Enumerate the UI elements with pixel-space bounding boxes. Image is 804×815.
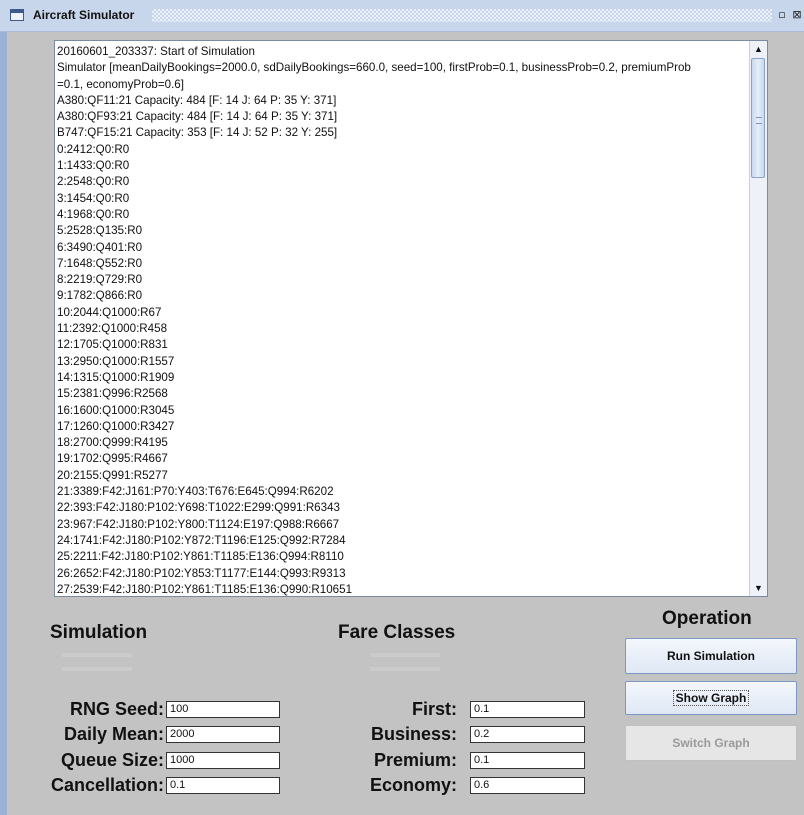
- restore-icon[interactable]: ▫: [776, 9, 788, 21]
- cancellation-field[interactable]: 0.1: [166, 777, 280, 794]
- divider: [370, 653, 440, 657]
- economy-label: Economy:: [369, 775, 457, 795]
- run-simulation-label: Run Simulation: [667, 649, 755, 663]
- log-line: 20160601_203337: Start of Simulation: [57, 45, 255, 58]
- divider: [62, 667, 132, 671]
- log-line: 8:2219:Q729:R0: [57, 273, 143, 287]
- log-line: 2:2548:Q0:R0: [57, 175, 130, 189]
- business-field[interactable]: 0.2: [470, 726, 585, 743]
- log-line: 6:3490:Q401:R0: [57, 240, 143, 254]
- log-line: 23:967:F42:J180:P102:Y800:T1124:E197:Q98…: [57, 517, 340, 531]
- log-line: 24:1741:F42:J180:P102:Y872:T1196:E125:Q9…: [57, 533, 346, 547]
- scroll-grip-icon: [756, 117, 762, 124]
- log-line: 27:2539:F42:J180:P102:Y861:T1185:E136:Q9…: [57, 582, 353, 596]
- log-line: A380:QF11:21 Capacity: 484 [F: 14 J: 64 …: [57, 93, 337, 107]
- daily-mean-label: Daily Mean:: [63, 724, 164, 744]
- title-bar-pattern: [152, 9, 772, 22]
- log-line: 19:1702:Q995:R4667: [57, 452, 168, 466]
- premium-field[interactable]: 0.1: [470, 752, 585, 769]
- log-line: 12:1705:Q1000:R831: [57, 338, 168, 352]
- log-line: Simulator [meanDailyBookings=2000.0, sdD…: [57, 61, 691, 75]
- scroll-thumb[interactable]: [751, 58, 765, 178]
- log-text: 20160601_203337: Start of Simulation Simu…: [57, 44, 747, 596]
- divider: [62, 653, 132, 657]
- log-line: 16:1600:Q1000:R3045: [57, 403, 175, 417]
- window-title: Aircraft Simulator: [33, 8, 135, 22]
- log-line: 21:3389:F42:J161:P70:Y403:T676:E645:Q994…: [57, 485, 334, 499]
- log-line: B747:QF15:21 Capacity: 353 [F: 14 J: 52 …: [57, 126, 338, 140]
- log-line: 13:2950:Q1000:R1557: [57, 354, 175, 368]
- simulation-title: Simulation: [50, 622, 148, 643]
- log-line: 25:2211:F42:J180:P102:Y861:T1185:E136:Q9…: [57, 550, 344, 564]
- show-graph-button[interactable]: Show Graph: [625, 681, 797, 715]
- close-icon[interactable]: ⊠: [791, 9, 803, 21]
- log-line: 20:2155:Q991:R5277: [57, 468, 168, 482]
- premium-label: Premium:: [373, 750, 457, 770]
- title-bar[interactable]: Aircraft Simulator ▫ ⊠: [0, 0, 804, 32]
- rng-seed-label: RNG Seed:: [69, 699, 164, 719]
- log-line: 4:1968:Q0:R0: [57, 207, 130, 221]
- log-line: 7:1648:Q552:R0: [57, 256, 143, 270]
- log-line: 10:2044:Q1000:R67: [57, 305, 162, 319]
- vertical-scrollbar[interactable]: ▲ ▼: [749, 41, 767, 596]
- fare-classes-title: Fare Classes: [338, 622, 456, 643]
- scroll-down-icon[interactable]: ▼: [750, 580, 767, 596]
- economy-field[interactable]: 0.6: [470, 777, 585, 794]
- log-line: 17:1260:Q1000:R3427: [57, 419, 175, 433]
- log-line: 0:2412:Q0:R0: [57, 142, 130, 156]
- log-line: 11:2392:Q1000:R458: [57, 322, 168, 336]
- switch-graph-button[interactable]: Switch Graph: [625, 725, 797, 761]
- divider: [370, 667, 440, 671]
- log-line: 3:1454:Q0:R0: [57, 191, 130, 205]
- log-line: 18:2700:Q999:R4195: [57, 436, 168, 450]
- log-line: 15:2381:Q996:R2568: [57, 387, 168, 401]
- rng-seed-field[interactable]: 100: [166, 701, 280, 718]
- queue-size-label: Queue Size:: [60, 750, 164, 770]
- show-graph-label: Show Graph: [672, 690, 750, 706]
- queue-size-field[interactable]: 1000: [166, 752, 280, 769]
- daily-mean-field[interactable]: 2000: [166, 726, 280, 743]
- first-label: First:: [412, 699, 457, 719]
- log-line: 9:1782:Q866:R0: [57, 289, 143, 303]
- log-line: 1:1433:Q0:R0: [57, 159, 130, 173]
- log-line: 14:1315:Q1000:R1909: [57, 370, 175, 384]
- run-simulation-button[interactable]: Run Simulation: [625, 638, 797, 674]
- window-icon[interactable]: [10, 9, 24, 21]
- scroll-up-icon[interactable]: ▲: [750, 41, 767, 57]
- simulation-log[interactable]: 20160601_203337: Start of Simulation Simu…: [54, 40, 768, 597]
- first-field[interactable]: 0.1: [470, 701, 585, 718]
- log-line: 26:2652:F42:J180:P102:Y853:T1177:E144:Q9…: [57, 566, 346, 580]
- log-line: 22:393:F42:J180:P102:Y698:T1022:E299:Q99…: [57, 501, 340, 515]
- log-line: 5:2528:Q135:R0: [57, 224, 143, 238]
- log-line: =0.1, economyProb=0.6]: [57, 77, 184, 91]
- switch-graph-label: Switch Graph: [672, 736, 750, 750]
- business-label: Business:: [370, 724, 457, 744]
- cancellation-label: Cancellation:: [50, 775, 164, 795]
- log-line: A380:QF93:21 Capacity: 484 [F: 14 J: 64 …: [57, 110, 338, 124]
- operation-title: Operation: [662, 608, 752, 629]
